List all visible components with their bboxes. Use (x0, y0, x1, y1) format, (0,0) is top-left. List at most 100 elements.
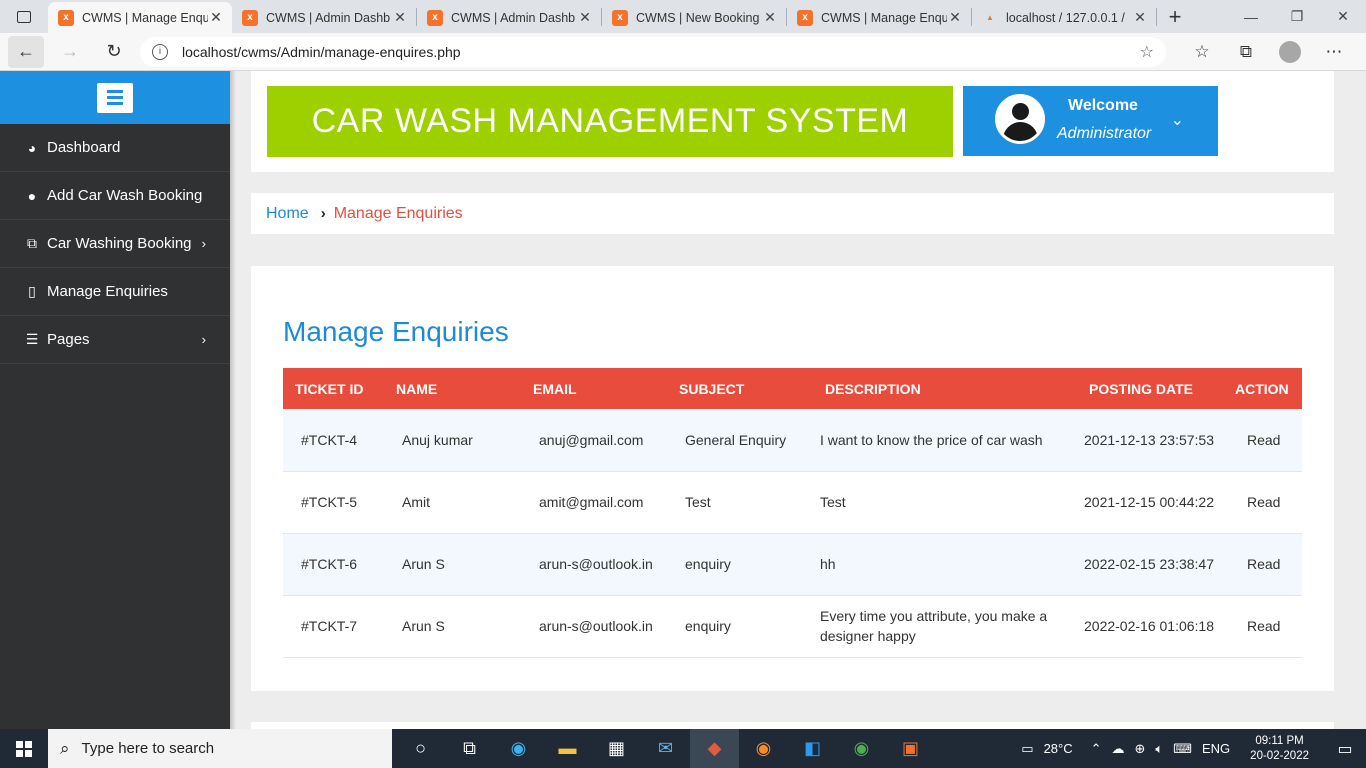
read-action-link[interactable]: Read (1223, 409, 1302, 472)
taskbar-search[interactable]: ⌕ Type here to search (48, 729, 392, 768)
close-tab-icon[interactable]: ✕ (577, 9, 593, 26)
site-info-icon[interactable]: i (152, 43, 168, 60)
more-menu-icon[interactable]: ⋯ (1312, 41, 1356, 63)
notifications-icon[interactable]: ▭ (1324, 739, 1366, 759)
subject-cell: enquiry (667, 533, 813, 596)
collections-icon[interactable]: ⧉ (1224, 41, 1268, 63)
posting-date-cell: 2022-02-15 23:38:47 (1077, 533, 1223, 596)
chevron-up-icon[interactable]: ⌃ (1086, 741, 1107, 757)
keyboard-icon[interactable]: ⌨ (1168, 741, 1197, 757)
restore-icon[interactable]: ❐ (1274, 0, 1320, 33)
cloud-icon[interactable]: ☁ (1107, 741, 1130, 757)
table-row: #TCKT-4 Anuj kumar anuj@gmail.com Genera… (283, 409, 1302, 472)
enquiries-table: TICKET ID NAME EMAIL SUBJECT DESCRIPTION… (283, 368, 1302, 658)
column-header: SUBJECT (679, 380, 745, 397)
header-card: CAR WASH MANAGEMENT SYSTEM Welcome Admin… (251, 71, 1334, 172)
list-icon: ☰ (25, 331, 39, 347)
mail-icon[interactable]: ✉ (641, 729, 690, 768)
add-favorite-icon[interactable]: ☆ (1140, 42, 1154, 62)
sidebar-item-car-washing-booking[interactable]: ⧉ Car Washing Booking › (0, 220, 230, 268)
file-icon: ▯ (28, 283, 36, 299)
footer-card (251, 722, 1334, 729)
minimize-icon[interactable]: — (1228, 0, 1274, 33)
edge-icon[interactable]: ◉ (494, 729, 543, 768)
user-menu[interactable]: Welcome Administrator ⌄ (963, 86, 1218, 156)
column-header: ACTION (1235, 380, 1289, 397)
taskbar-apps: ○ ⧉ ◉ ▬ ▦ ✉ ◆ ◉ ◧ ◉ ▣ (396, 729, 935, 768)
close-tab-icon[interactable]: ✕ (947, 9, 963, 26)
read-action-link[interactable]: Read (1223, 471, 1302, 534)
browser-tab[interactable]: x CWMS | New Booking ✕ (602, 2, 786, 33)
volume-icon[interactable]: 🔈︎ (1150, 741, 1168, 757)
profile-button[interactable] (1268, 40, 1312, 63)
network-icon[interactable]: ⊕ (1130, 741, 1151, 757)
refresh-button[interactable]: ↻ (96, 36, 132, 68)
sidebar-item-manage-enquiries[interactable]: ▯ Manage Enquiries (0, 268, 230, 316)
store-icon[interactable]: ▦ (592, 729, 641, 768)
xampp-icon: x (242, 9, 258, 26)
language-indicator[interactable]: ENG (1197, 741, 1235, 756)
sidebar-item-label: Pages (47, 331, 90, 348)
cortana-icon[interactable]: ○ (396, 729, 445, 768)
close-tab-icon[interactable]: ✕ (392, 9, 408, 26)
xampp-icon: x (427, 9, 443, 26)
task-view-icon[interactable]: ⧉ (445, 729, 494, 768)
name-cell: Arun S (384, 533, 521, 596)
sidebar-item-label: Dashboard (47, 139, 121, 156)
user-icon: ● (27, 187, 37, 204)
breadcrumb: Home › Manage Enquiries (251, 193, 1334, 234)
sidebar-header (0, 71, 230, 124)
file-explorer-icon[interactable]: ▬ (543, 729, 592, 768)
app-icon[interactable]: ◆ (690, 729, 739, 768)
dashboard-icon: ◕ (27, 139, 37, 156)
description-cell: Test (813, 471, 1077, 534)
forward-button[interactable]: → (52, 36, 88, 68)
xampp-icon[interactable]: ▣ (886, 729, 935, 768)
breadcrumb-home-link[interactable]: Home (266, 205, 309, 223)
email-cell: amit@gmail.com (521, 471, 667, 534)
name-cell: Amit (384, 471, 521, 534)
vscode-icon[interactable]: ◧ (788, 729, 837, 768)
close-tab-icon[interactable]: ✕ (208, 9, 224, 26)
chevron-down-icon[interactable]: ⌄ (1171, 110, 1184, 130)
firefox-icon[interactable]: ◉ (739, 729, 788, 768)
column-header: DESCRIPTION (825, 380, 921, 397)
clock[interactable]: 09:11 PM 20-02-2022 (1235, 734, 1324, 764)
browser-tab[interactable]: x CWMS | Manage Enqu ✕ (48, 2, 232, 33)
weather-icon[interactable]: ▭ (1016, 741, 1038, 757)
browser-tab[interactable]: ▲ localhost / 127.0.0.1 / ✕ (972, 2, 1156, 33)
browser-toolbar-icons: ☆ ⧉ ⋯ (1180, 40, 1356, 63)
address-bar[interactable]: i localhost/cwms/Admin/manage-enquires.p… (140, 36, 1166, 67)
breadcrumb-current: Manage Enquiries (333, 204, 463, 222)
close-tab-icon[interactable]: ✕ (762, 9, 778, 26)
windows-logo-icon (16, 740, 32, 757)
menu-toggle-icon[interactable] (97, 82, 133, 113)
tab-actions-button[interactable] (0, 0, 48, 33)
back-button[interactable]: ← (8, 35, 44, 68)
sidebar-item-pages[interactable]: ☰ Pages › (0, 316, 230, 364)
read-action-link[interactable]: Read (1223, 595, 1302, 658)
close-tab-icon[interactable]: ✕ (1132, 9, 1148, 26)
chevron-right-icon: › (201, 236, 206, 251)
browser-tab[interactable]: x CWMS | Admin Dashb ✕ (232, 2, 416, 33)
xampp-icon: x (612, 9, 628, 26)
table-row: #TCKT-7 Arun S arun-s@outlook.in enquiry… (283, 595, 1302, 658)
enquiries-card: Manage Enquiries TICKET ID NAME EMAIL SU… (251, 266, 1334, 691)
start-button[interactable] (0, 729, 48, 768)
temperature[interactable]: 28°C (1039, 741, 1078, 756)
chrome-icon[interactable]: ◉ (837, 729, 886, 768)
url-text: localhost/cwms/Admin/manage-enquires.php (182, 43, 461, 60)
email-cell: arun-s@outlook.in (521, 595, 667, 658)
read-action-link[interactable]: Read (1223, 533, 1302, 596)
description-cell: Every time you attribute, you make a des… (813, 595, 1077, 658)
favorites-icon[interactable]: ☆ (1180, 41, 1224, 63)
sidebar-item-add-booking[interactable]: ● Add Car Wash Booking (0, 172, 230, 220)
browser-tab[interactable]: x CWMS | Admin Dashb ✕ (417, 2, 601, 33)
ticket-id-cell: #TCKT-7 (283, 595, 384, 658)
new-tab-button[interactable]: + (1157, 0, 1193, 33)
sidebar-item-dashboard[interactable]: ◕ Dashboard (0, 124, 230, 172)
close-window-icon[interactable]: ✕ (1320, 0, 1366, 33)
clock-date: 20-02-2022 (1250, 749, 1309, 762)
browser-tab[interactable]: x CWMS | Manage Enqu ✕ (787, 2, 971, 33)
taskbar: ⌕ Type here to search ○ ⧉ ◉ ▬ ▦ ✉ ◆ ◉ ◧ … (0, 729, 1366, 768)
